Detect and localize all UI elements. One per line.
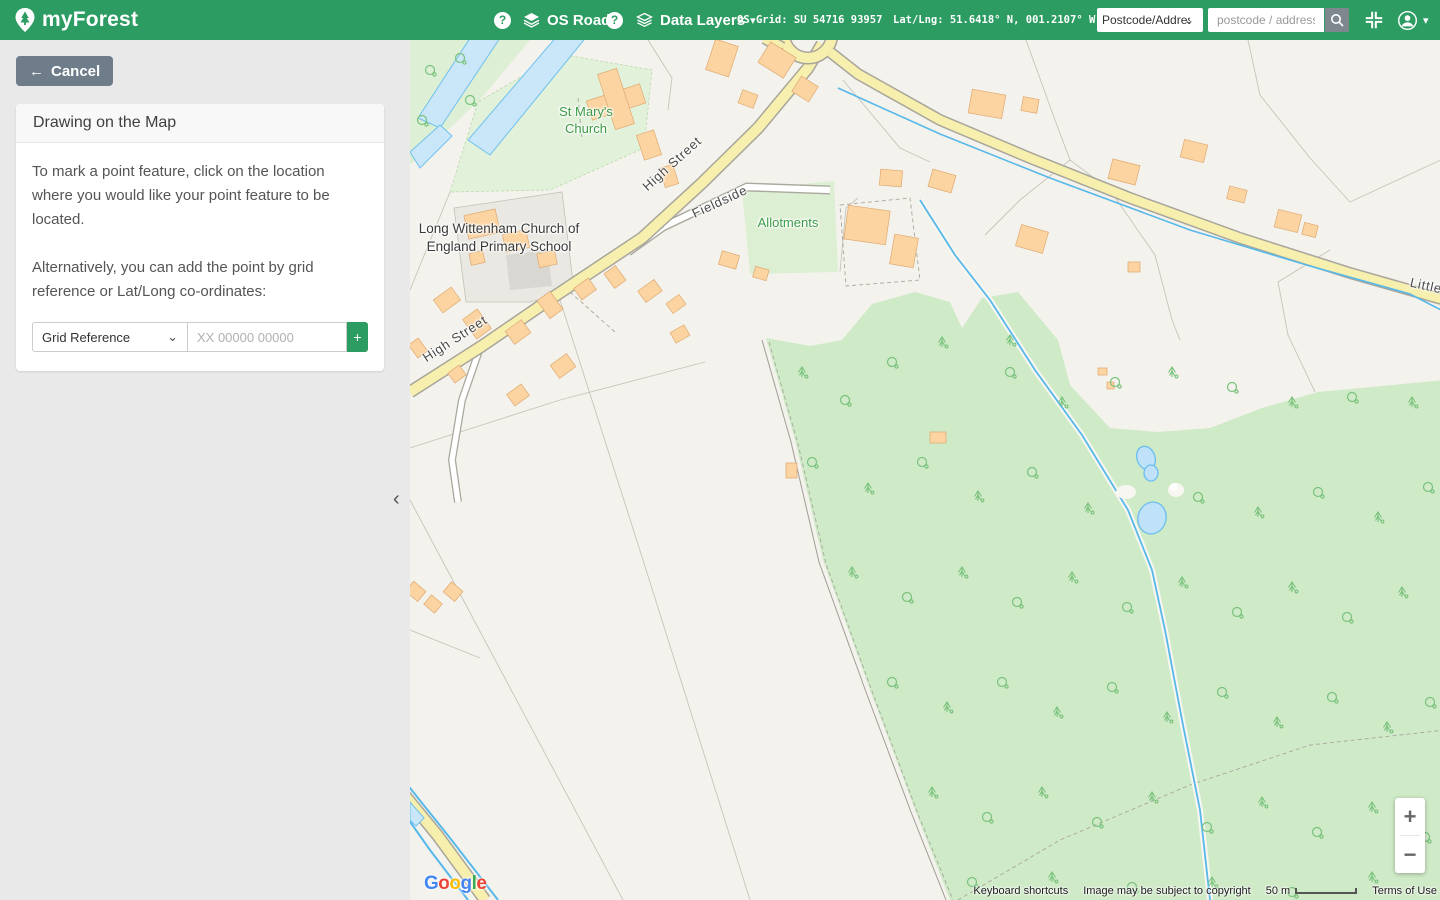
grid-reference-input[interactable]	[188, 322, 347, 352]
google-logo[interactable]: Google	[424, 873, 486, 895]
fullscreen-toggle-button[interactable]	[1363, 0, 1385, 40]
sidebar-collapse-handle[interactable]: ‹	[393, 489, 400, 509]
compress-icon	[1363, 9, 1385, 31]
select-caret-icon: ⌄	[1184, 13, 1194, 27]
cancel-button[interactable]: ← Cancel	[16, 56, 113, 86]
instruction-text-2: Alternatively, you can add the point by …	[32, 256, 368, 304]
scale-label: 50 m	[1266, 885, 1290, 897]
map-pin-tree-icon	[14, 7, 36, 33]
left-sidebar: ← Cancel Drawing on the Map To mark a po…	[0, 40, 410, 900]
user-menu[interactable]: ▾	[1397, 0, 1429, 40]
back-arrow-icon: ←	[29, 63, 44, 80]
chevron-down-icon: ▾	[1423, 14, 1429, 27]
coordinate-entry-row: Grid Reference ⌄ +	[32, 322, 368, 352]
search-icon	[1330, 13, 1344, 27]
latlng-readout: Lat/Lng: 51.6418° N, 001.2107° W	[893, 0, 1095, 40]
map-label-allotments: Allotments	[743, 215, 833, 232]
keyboard-shortcuts-link[interactable]: Keyboard shortcuts	[973, 885, 1068, 897]
help-icon: ?	[606, 12, 623, 29]
basemap-help-button[interactable]: ?	[494, 0, 511, 40]
user-circle-icon	[1397, 10, 1418, 31]
cancel-label: Cancel	[51, 63, 100, 80]
os-grid-readout: OS Grid: SU 54716 93957	[737, 0, 882, 40]
instruction-text-1: To mark a point feature, click on the lo…	[32, 160, 368, 232]
map-label-primary-school: Long Wittenham Church of England Primary…	[410, 220, 590, 255]
layers-icon	[523, 12, 540, 28]
basemap-menu-label: OS Road	[547, 12, 610, 29]
terms-of-use-link[interactable]: Terms of Use	[1372, 885, 1437, 897]
zoom-control: + −	[1395, 798, 1425, 873]
ref-type-select[interactable]: Grid Reference ⌄	[32, 322, 188, 352]
search-input[interactable]	[1208, 8, 1324, 32]
add-point-button[interactable]: +	[347, 322, 368, 352]
search-type-selected: Postcode/Address	[1102, 13, 1190, 27]
drawing-panel-body: To mark a point feature, click on the lo…	[16, 143, 384, 371]
map-canvas[interactable]: St Mary's Church Long Wittenham Church o…	[410, 40, 1440, 900]
data-layers-menu-label: Data Layers	[660, 12, 745, 29]
brand-logo[interactable]: myForest	[14, 0, 138, 40]
help-icon: ?	[494, 12, 511, 29]
map-scale: 50 m	[1266, 885, 1357, 897]
app-header: myForest ? OS Road ▾ ? Data Layers ▾ OS …	[0, 0, 1440, 40]
map-label-st-marys-church: St Mary's Church	[541, 104, 631, 138]
copyright-notice: Image may be subject to copyright	[1083, 885, 1251, 897]
layers-help-button[interactable]: ?	[606, 0, 623, 40]
scale-bar	[1295, 888, 1357, 894]
panel-title: Drawing on the Map	[33, 114, 176, 132]
map-attribution-bar: Keyboard shortcuts Image may be subject …	[973, 881, 1437, 900]
zoom-in-button[interactable]: +	[1395, 798, 1425, 835]
chevron-down-icon: ⌄	[167, 329, 178, 345]
drawing-panel: Drawing on the Map To mark a point featu…	[16, 104, 384, 371]
zoom-out-button[interactable]: −	[1395, 836, 1425, 873]
basemap-tiles	[410, 40, 1440, 900]
brand-name: myForest	[42, 8, 138, 32]
ref-type-selected: Grid Reference	[42, 330, 130, 345]
search-type-select[interactable]: Postcode/Address ⌄	[1097, 8, 1203, 32]
drawing-panel-header: Drawing on the Map	[16, 104, 384, 143]
layers-outline-icon	[636, 12, 653, 28]
search-button[interactable]	[1325, 8, 1349, 32]
